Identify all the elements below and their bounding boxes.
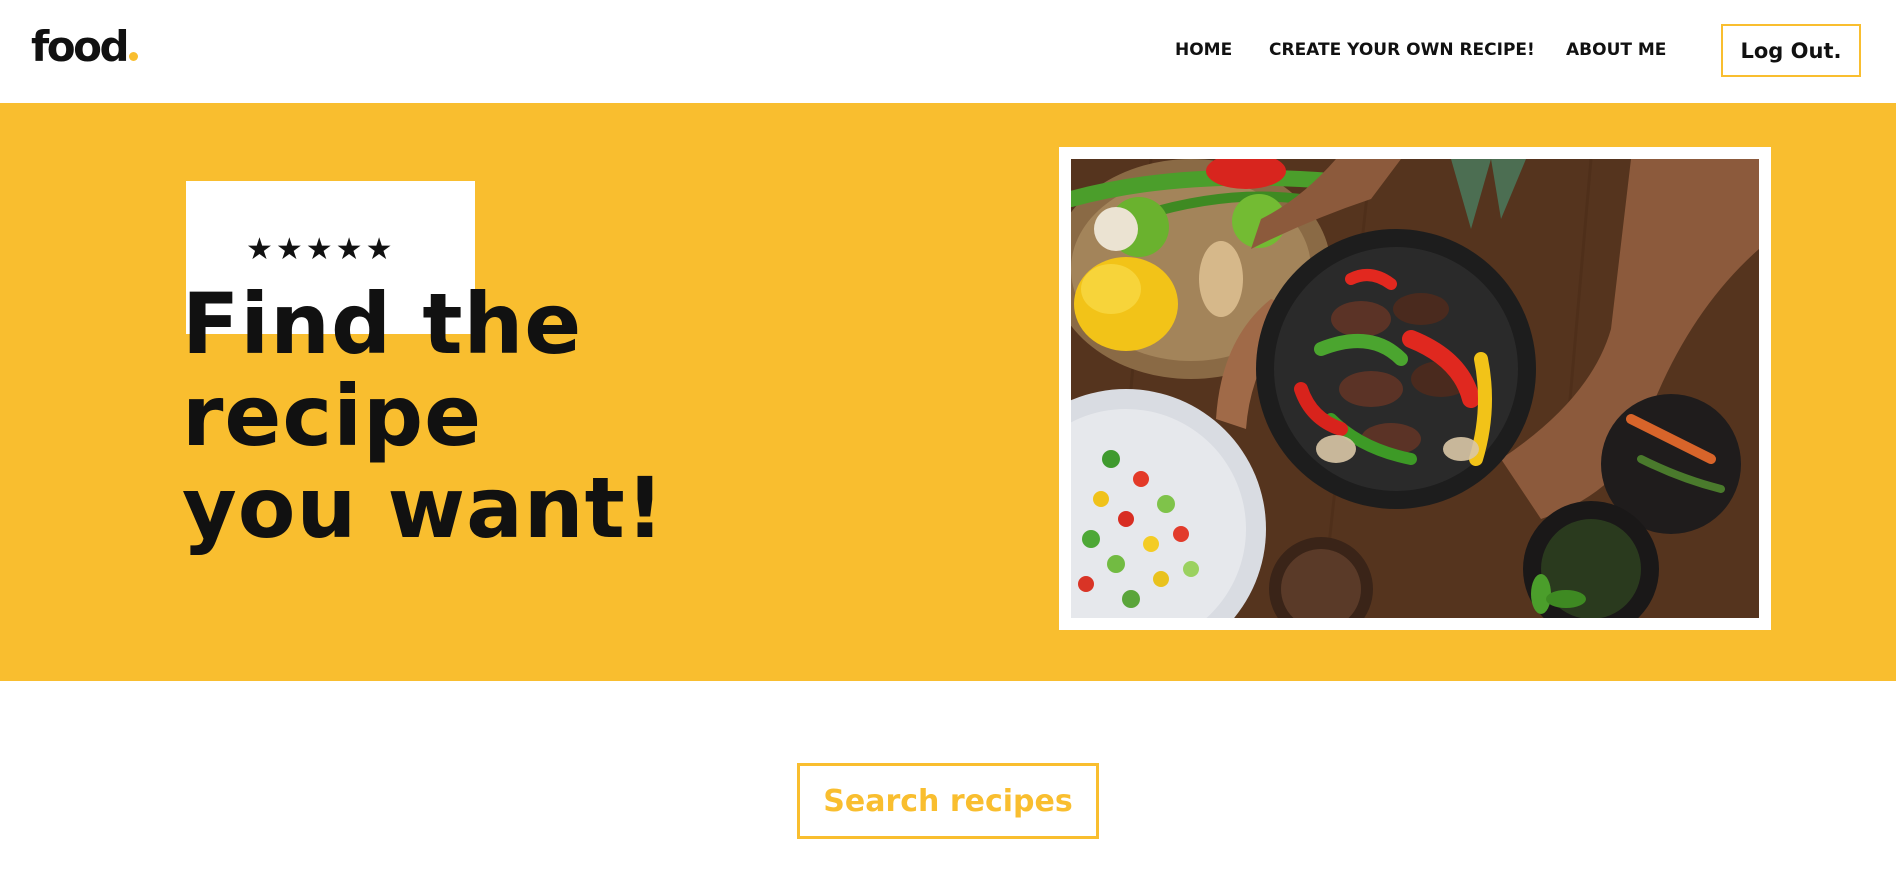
hero-food-photo xyxy=(1071,159,1759,618)
hero-title: Find the recipe you want! xyxy=(182,278,665,554)
hero-title-line-2: recipe xyxy=(182,367,483,465)
site-header: food HOME CREATE YOUR OWN RECIPE! ABOUT … xyxy=(0,0,1896,103)
hero-title-line-3: you want! xyxy=(182,459,666,557)
hero-photo-frame xyxy=(1059,147,1771,630)
logo-dot-icon xyxy=(129,52,139,61)
logout-button[interactable]: Log Out. xyxy=(1721,24,1861,77)
hero-title-line-1: Find the xyxy=(182,275,583,373)
logo[interactable]: food xyxy=(31,26,139,68)
hero-section: ★★★★★ Find the recipe you want! xyxy=(0,103,1896,681)
search-recipes-button[interactable]: Search recipes xyxy=(797,763,1099,839)
logo-text: food xyxy=(31,22,130,71)
food-photo-icon xyxy=(1071,159,1759,618)
nav-about-me-link[interactable]: ABOUT ME xyxy=(1566,40,1666,60)
rating-stars: ★★★★★ xyxy=(246,232,396,267)
nav-create-recipe-link[interactable]: CREATE YOUR OWN RECIPE! xyxy=(1269,40,1535,60)
nav-home-link[interactable]: HOME xyxy=(1175,40,1232,60)
